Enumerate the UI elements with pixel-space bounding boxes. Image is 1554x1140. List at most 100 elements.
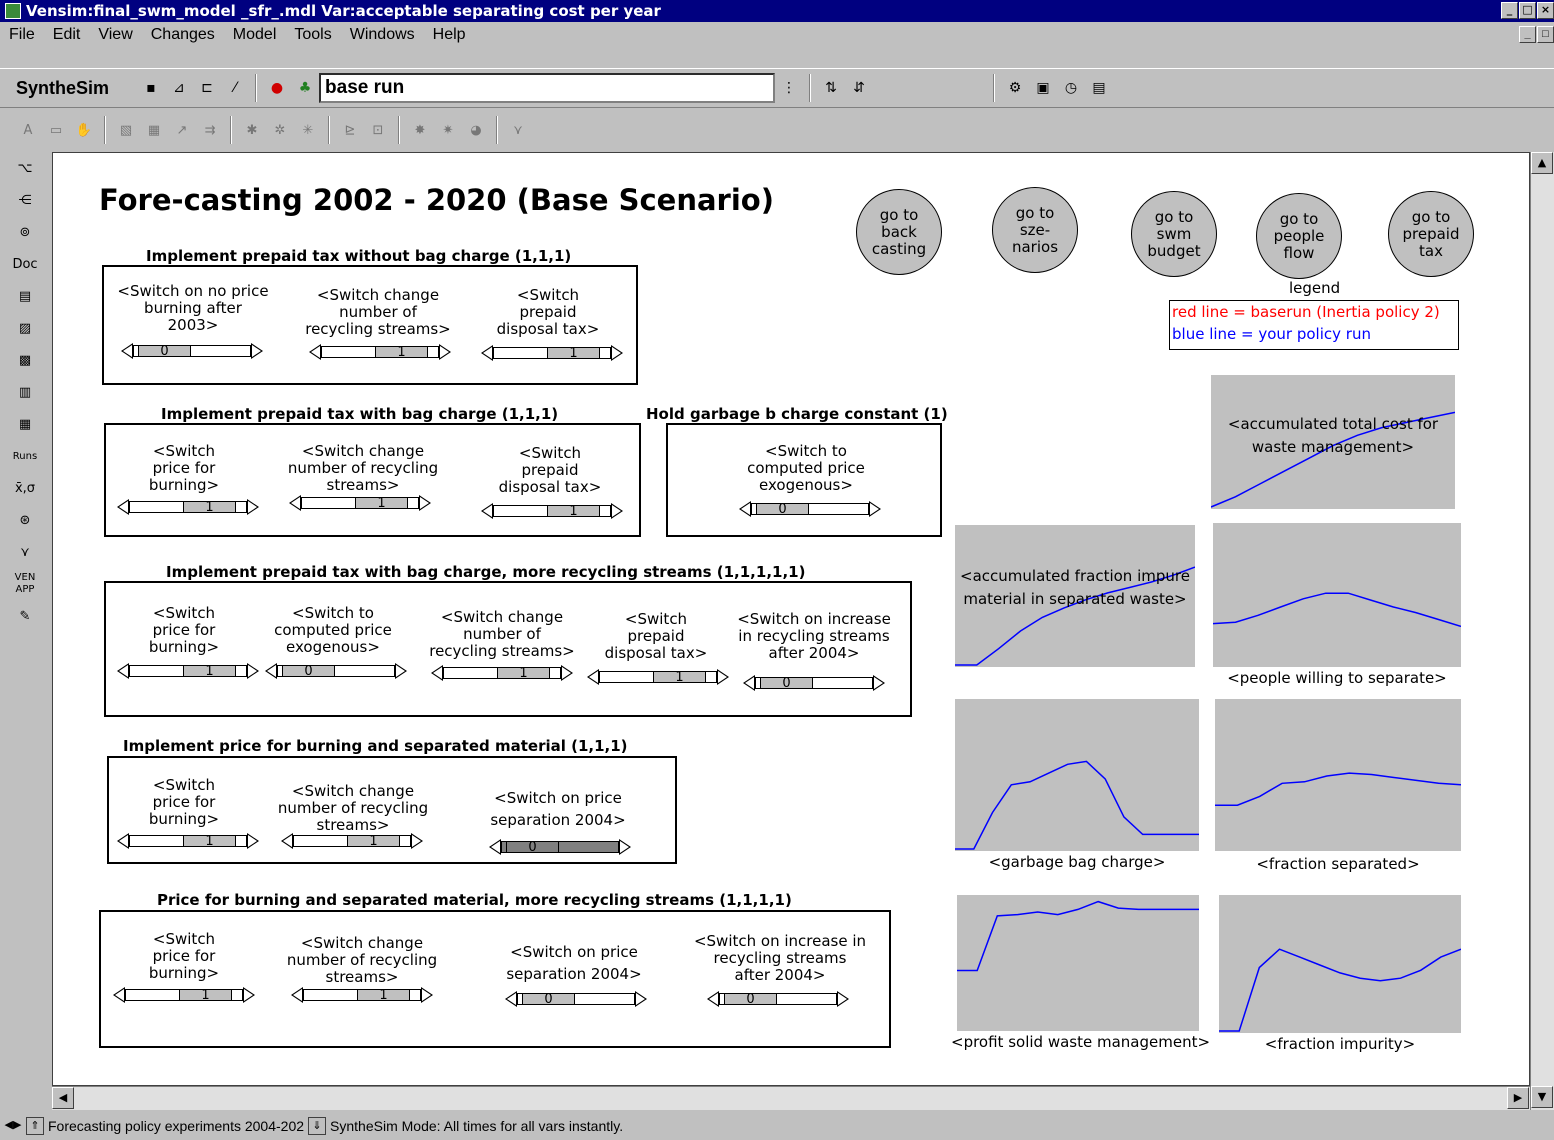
reality-check-icon[interactable]: ⋎ <box>10 540 40 566</box>
causes-strip-icon[interactable]: ▤ <box>10 284 40 310</box>
runs-compare-icon[interactable]: Runs <box>10 444 40 470</box>
slider-left-arrow[interactable] <box>117 833 129 849</box>
switch-slider[interactable]: 1 <box>431 665 573 681</box>
slider-right-arrow[interactable] <box>619 839 631 855</box>
graph-profit-solid-waste-management[interactable] <box>957 895 1199 1031</box>
open-icon[interactable]: ⊿ <box>168 77 190 99</box>
slider-left-arrow[interactable] <box>289 495 301 511</box>
gpd-icon[interactable]: ✎ <box>10 604 40 630</box>
slider-track[interactable]: 0 <box>517 992 635 1007</box>
switch-slider[interactable]: 1 <box>587 669 729 685</box>
view-prev-icon[interactable]: ◀▶ <box>4 1117 22 1135</box>
reference-mode-icon[interactable]: ◕ <box>465 119 487 141</box>
stop-icon[interactable]: ● <box>266 77 288 99</box>
arrow-icon[interactable]: ↗ <box>171 119 193 141</box>
switch-slider[interactable]: 0 <box>121 343 263 359</box>
slider-right-arrow[interactable] <box>873 675 885 691</box>
lock-icon[interactable]: ▭ <box>45 119 67 141</box>
clock-icon[interactable]: ◷ <box>1060 77 1082 99</box>
slider-right-arrow[interactable] <box>717 669 729 685</box>
switch-slider[interactable]: 1 <box>481 503 623 519</box>
menu-view[interactable]: View <box>89 26 141 44</box>
slider-right-arrow[interactable] <box>419 495 431 511</box>
scroll-up-arrow[interactable]: ▲ <box>1531 152 1553 174</box>
slider-right-arrow[interactable] <box>439 344 451 360</box>
automatic-simulation-icon[interactable]: ⚙ <box>1004 77 1026 99</box>
close-button[interactable]: × <box>1537 2 1554 19</box>
slider-right-arrow[interactable] <box>837 991 849 1007</box>
slider-track[interactable]: 1 <box>599 670 717 685</box>
slider-left-arrow[interactable] <box>291 987 303 1003</box>
sliders-icon[interactable]: ⇅ <box>820 77 842 99</box>
horizontal-scrollbar[interactable]: ◀ ▶ <box>52 1086 1530 1110</box>
graph-tool-icon[interactable]: ▨ <box>10 316 40 342</box>
equations-icon[interactable]: ✷ <box>437 119 459 141</box>
slider-left-arrow[interactable] <box>587 669 599 685</box>
slider-track[interactable]: 1 <box>129 664 247 679</box>
maximize-button[interactable]: □ <box>1519 2 1536 19</box>
slider-track[interactable]: 1 <box>301 496 419 511</box>
causes-tree-icon[interactable]: ⌥ <box>10 156 40 182</box>
switch-slider[interactable]: 0 <box>743 675 885 691</box>
go-to-scenarios-button[interactable]: go to sze- narios <box>992 187 1078 273</box>
slider-right-arrow[interactable] <box>421 987 433 1003</box>
bar-graph-icon[interactable]: ▥ <box>10 380 40 406</box>
switch-slider[interactable]: 1 <box>281 833 423 849</box>
slider-left-arrow[interactable] <box>117 663 129 679</box>
run-name-input[interactable] <box>319 73 776 103</box>
slider-track[interactable]: 1 <box>443 666 561 681</box>
strip-graph-icon[interactable]: ▩ <box>10 348 40 374</box>
graph-people-willing-to-separate[interactable] <box>1213 523 1461 667</box>
slider-left-arrow[interactable] <box>739 501 751 517</box>
uses-tree-icon[interactable]: ⋲ <box>10 188 40 214</box>
slider-track[interactable]: 1 <box>125 988 243 1003</box>
slider-right-arrow[interactable] <box>611 345 623 361</box>
slider-right-arrow[interactable] <box>411 833 423 849</box>
slider-left-arrow[interactable] <box>121 343 133 359</box>
slider-left-arrow[interactable] <box>113 987 125 1003</box>
slider-track[interactable]: 0 <box>501 840 619 855</box>
switch-slider[interactable]: 1 <box>309 344 451 360</box>
slider-right-arrow[interactable] <box>395 663 407 679</box>
scroll-left-arrow[interactable]: ◀ <box>52 1087 74 1109</box>
slider-track[interactable]: 1 <box>129 500 247 515</box>
switch-slider[interactable]: 0 <box>505 991 647 1007</box>
graph-fraction-impurity[interactable] <box>1219 895 1461 1033</box>
mdi-restore-button[interactable]: □ <box>1537 26 1554 43</box>
slider-track[interactable]: 1 <box>493 504 611 519</box>
menu-changes[interactable]: Changes <box>142 26 224 44</box>
slider-right-arrow[interactable] <box>247 833 259 849</box>
slider-right-arrow[interactable] <box>243 987 255 1003</box>
loops-icon[interactable]: ⊚ <box>10 220 40 246</box>
switch-slider[interactable]: 1 <box>481 345 623 361</box>
sketch-comment-icon[interactable]: ✳ <box>297 119 319 141</box>
slider-left-arrow[interactable] <box>431 665 443 681</box>
model-view-canvas[interactable]: Fore-casting 2002 - 2020 (Base Scenario)… <box>52 152 1530 1086</box>
go-to-prepaid-tax-button[interactable]: go to prepaid tax <box>1388 191 1474 277</box>
menu-model[interactable]: Model <box>224 26 286 44</box>
slider-left-arrow[interactable] <box>707 991 719 1007</box>
slider-right-arrow[interactable] <box>635 991 647 1007</box>
switch-slider[interactable]: 1 <box>117 833 259 849</box>
mdi-minimize-button[interactable]: _ <box>1519 26 1536 43</box>
slider-track[interactable]: 0 <box>751 502 869 517</box>
slider-left-arrow[interactable] <box>743 675 755 691</box>
input-output-icon[interactable]: ✲ <box>269 119 291 141</box>
slider-right-arrow[interactable] <box>611 503 623 519</box>
slider-left-arrow[interactable] <box>481 503 493 519</box>
switch-slider[interactable]: 0 <box>265 663 407 679</box>
shadow-variable-icon[interactable]: ✱ <box>241 119 263 141</box>
graph-icon[interactable]: ⁄ <box>224 77 246 99</box>
rate-icon[interactable]: ⇉ <box>199 119 221 141</box>
switch-slider[interactable]: 1 <box>113 987 255 1003</box>
slider-left-arrow[interactable] <box>481 345 493 361</box>
graph-accumulated-total-cost[interactable]: <accumulated total cost for waste manage… <box>1211 375 1455 509</box>
venapp-icon[interactable]: VEN APP <box>10 572 40 598</box>
save-icon[interactable]: ▪ <box>140 77 162 99</box>
document-icon[interactable]: Doc <box>10 252 40 278</box>
slider-left-arrow[interactable] <box>489 839 501 855</box>
minimize-button[interactable]: _ <box>1501 2 1518 19</box>
table-icon[interactable]: ▦ <box>10 412 40 438</box>
slider-left-arrow[interactable] <box>309 344 321 360</box>
hand-icon[interactable]: ✋ <box>73 119 95 141</box>
